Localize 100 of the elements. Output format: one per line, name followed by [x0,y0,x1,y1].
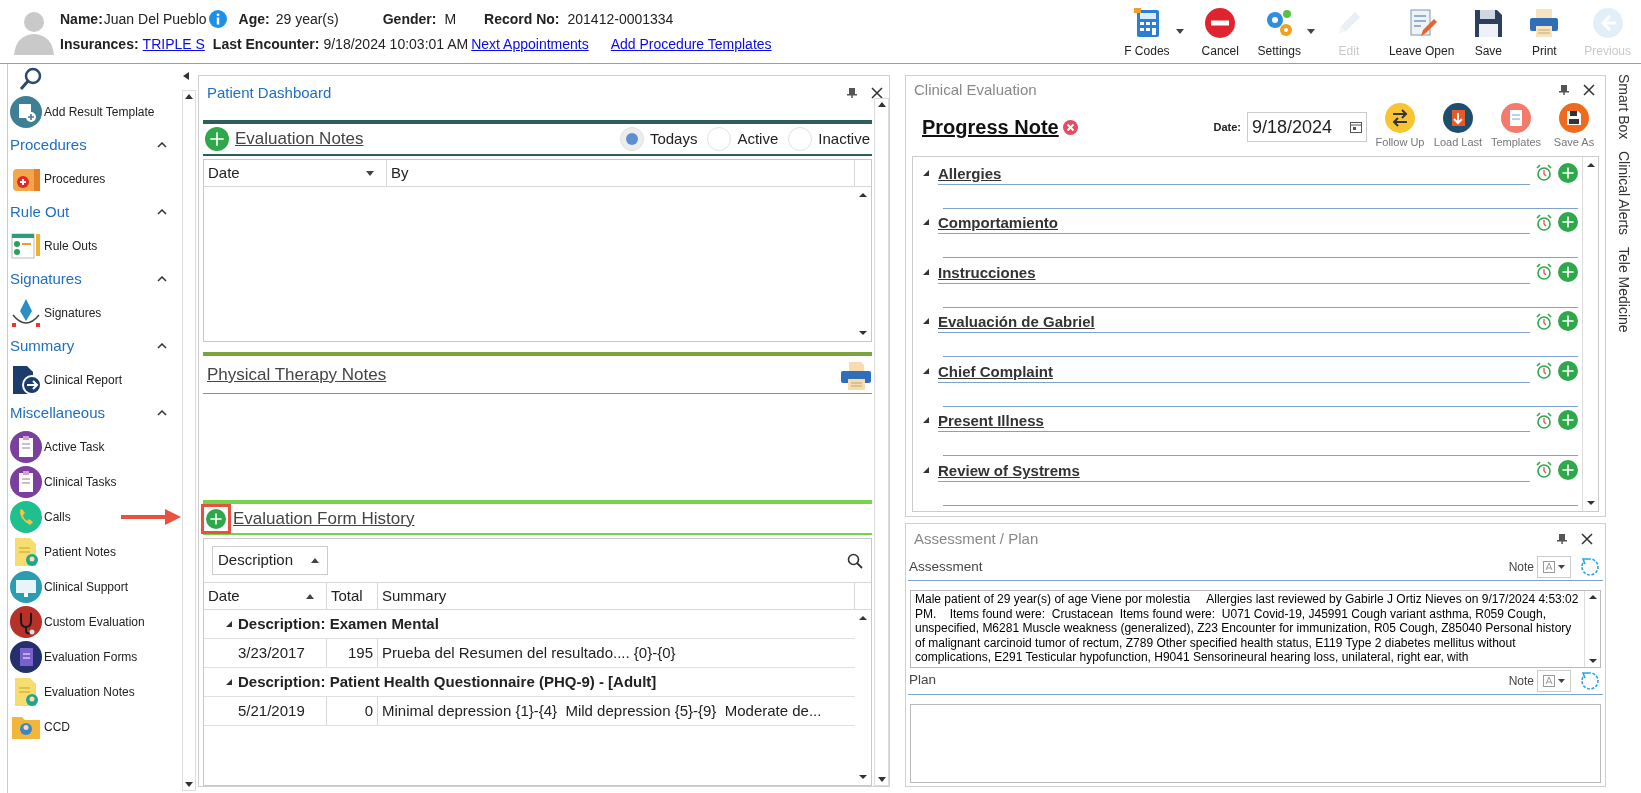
sidebar-item[interactable]: Clinical Tasks [10,464,181,499]
sidebar-item[interactable]: Calls [10,499,181,534]
toolbar-button[interactable]: F Codes [1118,7,1190,60]
add-button[interactable] [1558,212,1578,233]
section-title[interactable]: Chief Complaint [938,361,1053,382]
add-button[interactable] [1558,311,1578,332]
section-title[interactable]: Comportamiento [938,213,1058,234]
alarm-clock-icon[interactable] [1536,362,1552,380]
action-button[interactable]: Follow Up [1375,103,1425,151]
action-button[interactable]: Templates [1491,103,1541,151]
add-button[interactable] [1558,459,1578,480]
scrollbar[interactable] [182,90,197,791]
scrollbar[interactable] [1582,157,1598,511]
add-button[interactable] [1558,261,1578,282]
radio-option[interactable]: Inactive [788,127,870,151]
add-button[interactable] [1558,162,1578,183]
section-title[interactable]: Instrucciones [938,262,1036,283]
alarm-clock-icon[interactable] [1536,213,1552,231]
scroll-down-icon[interactable] [1585,499,1596,507]
expanded-caret-icon[interactable] [923,169,929,176]
insurance-link[interactable]: TRIPLE S [142,33,205,55]
scroll-up-icon[interactable] [1585,161,1596,169]
toolbar-button[interactable]: Print [1522,7,1573,60]
alarm-clock-icon[interactable] [1536,411,1552,429]
group-header[interactable]: Miscellaneous [10,397,181,429]
side-tab[interactable]: Clinical Alerts [1613,151,1634,236]
refresh-icon[interactable] [1579,670,1599,691]
refresh-icon[interactable] [1579,557,1599,577]
scrollbar[interactable] [1584,591,1600,667]
sidebar-item[interactable]: Signatures [10,295,181,330]
radio-option[interactable]: Active [707,127,779,151]
sidebar-item[interactable]: Patient Notes [10,534,181,569]
radio-option[interactable]: Todays [619,127,698,151]
group-row[interactable]: Description: Examen Mental [204,610,855,639]
sidebar-item[interactable]: Clinical Support [10,569,181,604]
add-button[interactable] [205,127,229,151]
sidebar-item[interactable]: Evaluation Notes [10,674,181,709]
section-title[interactable]: Present Illness [938,411,1044,432]
scroll-down-icon[interactable] [858,773,868,781]
group-by-chip[interactable]: Description [212,546,328,575]
pin-icon[interactable] [847,88,857,98]
assessment-text-area[interactable]: Male patient of 29 year(s) of age Viene por molestia Allergies last reviewed by Gabirle J Ortiz Nieves on 9/17/2024 4:53:02 PM. Items found were: Crustacean Items found were: U071 Covid-19, J45991 Cough variant asthma, R059 Cough, unspecified, M6281 Muscle weakness (generalized), Z23 Encounter for immunization, R05 Cough, Z85040 Personal history of malignant carcinoid tumor of rectum, Z789 Other specified health status, E119 Type 2 diabetes mellitus without complications, E291 Testicular hypofunction, H9041 Sensorineural hearing loss, unilateral, right ear, with [910,590,1601,668]
pin-icon[interactable] [1557,534,1567,544]
section-title[interactable]: Evaluation Notes [235,126,364,152]
remove-icon[interactable] [1062,119,1078,135]
scroll-up-icon[interactable] [858,614,868,622]
caret-down-icon[interactable] [366,170,374,176]
close-icon[interactable] [871,87,883,99]
caret-up-icon[interactable] [311,558,319,563]
side-tab[interactable]: Tele Medicine [1613,247,1634,333]
column-header[interactable]: Total [327,583,378,609]
sidebar-item[interactable]: Active Task [10,429,181,464]
section-title[interactable]: Physical Therapy Notes [207,361,387,388]
scroll-down-icon[interactable] [1587,656,1598,665]
sidebar-item[interactable]: Custom Evaluation [10,604,181,639]
caret-up-icon[interactable] [306,593,314,599]
toolbar-button[interactable]: Leave Open [1382,7,1461,60]
calendar-icon[interactable] [1350,121,1362,133]
section-title[interactable]: Review of Systrems [938,460,1080,481]
group-header[interactable]: Summary [10,330,181,362]
pin-icon[interactable] [1559,85,1569,95]
group-header[interactable]: Rule Out [10,196,181,228]
group-row[interactable]: Description: Patient Health Questionnaire (PHQ-9) - [Adult] [204,668,855,697]
add-button[interactable] [1558,360,1578,381]
column-header[interactable]: Date [204,583,327,609]
action-button[interactable]: Save As [1549,103,1599,151]
section-title[interactable]: Evaluación de Gabriel [938,312,1095,333]
expanded-caret-icon[interactable] [923,318,929,325]
expanded-caret-icon[interactable] [923,466,929,473]
note-format-dropdown[interactable] [1537,556,1571,578]
search-icon[interactable] [847,552,863,569]
alarm-clock-icon[interactable] [1536,312,1552,330]
sidebar-item[interactable]: Clinical Report [10,362,181,397]
alarm-clock-icon[interactable] [1536,461,1552,479]
section-title[interactable]: Evaluation Form History [233,505,415,532]
toolbar-button[interactable]: Save [1466,7,1517,60]
scroll-up-icon[interactable] [858,191,868,199]
expanded-caret-icon[interactable] [923,417,929,424]
close-icon[interactable] [1583,84,1595,96]
toolbar-button[interactable]: Cancel [1195,7,1246,60]
close-icon[interactable] [1581,533,1593,545]
alarm-clock-icon[interactable] [1536,164,1552,182]
scrollbar[interactable] [874,98,889,786]
column-header[interactable]: Date [204,160,387,186]
expanded-caret-icon[interactable] [923,268,929,275]
scroll-down-icon[interactable] [858,329,868,337]
column-header[interactable]: Summary [378,583,855,609]
collapse-arrow-icon[interactable] [182,72,191,80]
sidebar-item[interactable]: Add Result Template [10,94,181,129]
header-link[interactable]: Next Appointments [471,33,589,55]
date-field[interactable]: 9/18/2024 [1247,112,1367,142]
column-header[interactable]: By [387,160,855,186]
group-header[interactable]: Signatures [10,263,181,295]
group-header[interactable]: Procedures [10,129,181,161]
toolbar-button[interactable]: Settings [1251,7,1321,60]
note-format-dropdown[interactable] [1537,669,1571,692]
expanded-caret-icon[interactable] [923,367,929,374]
add-button[interactable] [1558,410,1578,431]
sidebar-item[interactable]: Evaluation Forms [10,639,181,674]
expanded-caret-icon[interactable] [923,219,929,226]
